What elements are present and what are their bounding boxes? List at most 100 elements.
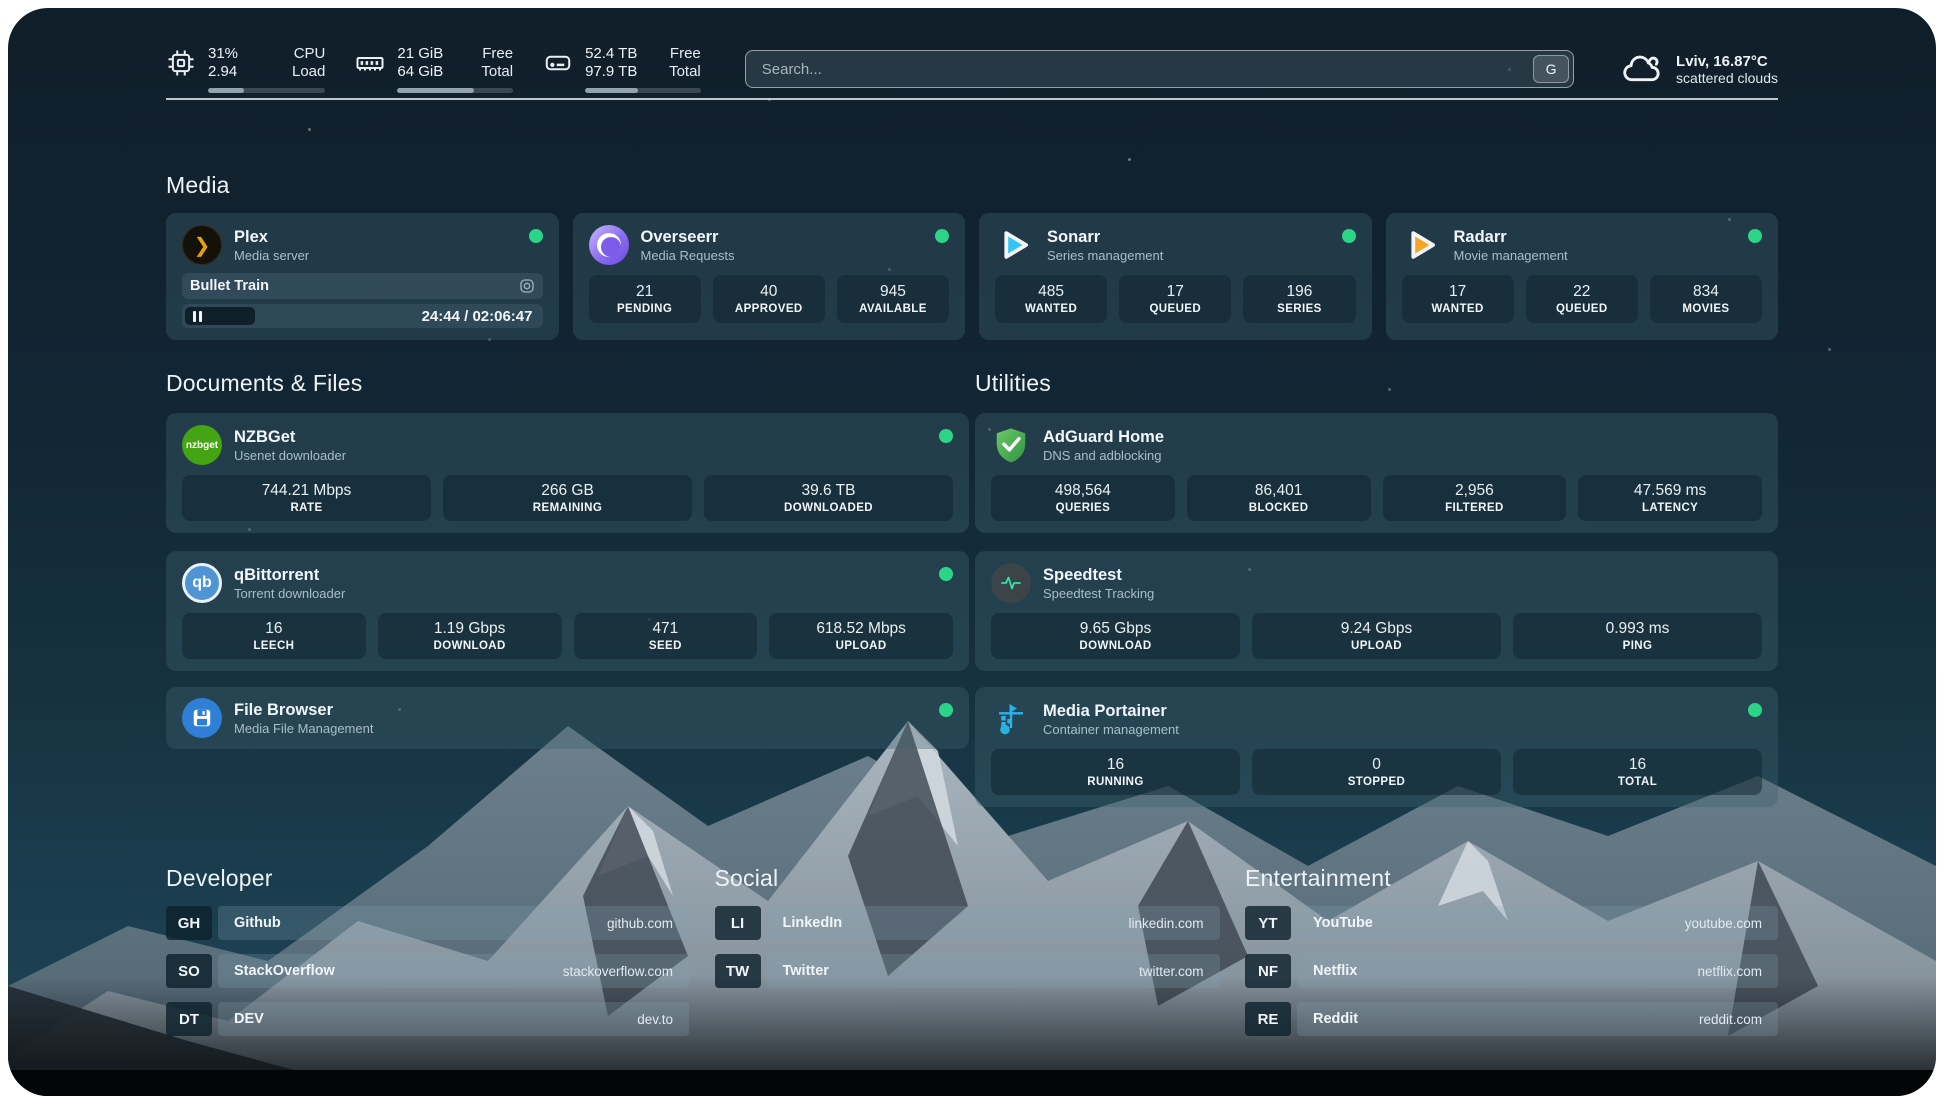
status-online-dot — [939, 429, 953, 443]
app-card-sonarr[interactable]: Sonarr Series management 485WANTED 17QUE… — [979, 213, 1372, 340]
bookmark-netflix[interactable]: NF Netflixnetflix.com — [1245, 954, 1778, 988]
bookmark-url: dev.to — [637, 1012, 673, 1027]
app-desc: Container management — [1043, 721, 1179, 738]
section-title-developer: Developer — [166, 865, 689, 892]
bookmark-abbr: NF — [1245, 954, 1291, 988]
topbar-divider — [166, 98, 1778, 100]
top-bar: 31%2.94 CPULoad 21 GiB64 GiB FreeTotal — [166, 8, 1778, 98]
stat-wanted: 485WANTED — [995, 275, 1107, 323]
section-title-media: Media — [166, 172, 1778, 199]
app-card-filebrowser[interactable]: File Browser Media File Management — [166, 687, 969, 749]
bookmark-name: LinkedIn — [783, 915, 843, 931]
app-desc: Series management — [1047, 247, 1163, 264]
status-online-dot — [1342, 229, 1356, 243]
disk-free-value: 52.4 TB — [585, 45, 643, 63]
bookmark-name: DEV — [234, 1011, 264, 1027]
section-title-social: Social — [715, 865, 1220, 892]
bookmark-github[interactable]: GH Githubgithub.com — [166, 906, 689, 940]
bookmark-abbr: YT — [1245, 906, 1291, 940]
app-name: File Browser — [234, 700, 373, 720]
bookmark-url: youtube.com — [1685, 916, 1762, 931]
cpu-progress-bar — [208, 88, 325, 93]
cloud-icon — [1620, 49, 1664, 89]
app-name: Sonarr — [1047, 227, 1163, 247]
app-desc: Media server — [234, 247, 309, 264]
app-card-radarr[interactable]: Radarr Movie management 17WANTED 22QUEUE… — [1386, 213, 1779, 340]
app-name: Plex — [234, 227, 309, 247]
utilities-column: Utilities AdGuard Home DNS and — [975, 340, 1778, 807]
cpu-usage-value: 31% — [208, 45, 266, 63]
bookmark-name: StackOverflow — [234, 963, 335, 979]
disk-metric: 52.4 TB97.9 TB FreeTotal — [543, 45, 701, 93]
cpu-metric: 31%2.94 CPULoad — [166, 45, 325, 93]
bookmark-abbr: DT — [166, 1002, 212, 1036]
bookmark-reddit[interactable]: RE Redditreddit.com — [1245, 1002, 1778, 1036]
memory-icon — [355, 48, 385, 78]
memory-progress-bar — [397, 88, 513, 93]
stat-queued: 22QUEUED — [1526, 275, 1638, 323]
stat-download: 1.19 GbpsDOWNLOAD — [378, 613, 562, 659]
section-title-entertainment: Entertainment — [1245, 865, 1778, 892]
app-card-speedtest[interactable]: Speedtest Speedtest Tracking 9.65 GbpsDO… — [975, 551, 1778, 671]
bookmark-name: Twitter — [783, 963, 829, 979]
stat-available: 945AVAILABLE — [837, 275, 949, 323]
app-card-portainer[interactable]: Media Portainer Container management 16R… — [975, 687, 1778, 807]
app-desc: Media File Management — [234, 720, 373, 737]
app-desc: Movie management — [1454, 247, 1568, 264]
stat-upload: 9.24 GbpsUPLOAD — [1252, 613, 1501, 659]
status-online-dot — [529, 229, 543, 243]
bookmark-name: YouTube — [1313, 915, 1373, 931]
bookmark-group-developer: Developer GH Githubgithub.com SO StackOv… — [166, 865, 689, 1050]
app-card-qbittorrent[interactable]: qb qBittorrent Torrent downloader 16LEEC… — [166, 551, 969, 671]
bookmark-name: Github — [234, 915, 281, 931]
search-input[interactable] — [745, 50, 1574, 88]
now-playing-row: Bullet Train — [182, 273, 543, 299]
memory-free-label: Free — [481, 45, 513, 63]
media-grid: ❯ Plex Media server Bullet Train — [166, 213, 1778, 340]
cpu-load-label: Load — [292, 63, 325, 81]
stat-leech: 16LEECH — [182, 613, 366, 659]
pause-button[interactable] — [193, 311, 202, 322]
stat-pending: 21PENDING — [589, 275, 701, 323]
cpu-usage-label: CPU — [292, 45, 325, 63]
app-card-adguard[interactable]: AdGuard Home DNS and adblocking 498,564Q… — [975, 413, 1778, 533]
qbittorrent-icon: qb — [182, 563, 222, 603]
app-card-nzbget[interactable]: nzbget NZBGet Usenet downloader 744.21 M… — [166, 413, 969, 533]
stat-download: 9.65 GbpsDOWNLOAD — [991, 613, 1240, 659]
app-desc: DNS and adblocking — [1043, 447, 1164, 464]
memory-total-value: 64 GiB — [397, 63, 455, 81]
stat-latency: 47.569 msLATENCY — [1578, 475, 1762, 521]
search-engine-button[interactable]: G — [1533, 55, 1569, 83]
bookmark-twitter[interactable]: TW Twittertwitter.com — [715, 954, 1220, 988]
stat-running: 16RUNNING — [991, 749, 1240, 795]
stat-total: 16TOTAL — [1513, 749, 1762, 795]
bookmark-url: reddit.com — [1699, 1012, 1762, 1027]
bookmark-linkedin[interactable]: LI LinkedInlinkedin.com — [715, 906, 1220, 940]
app-desc: Media Requests — [641, 247, 735, 264]
app-desc: Usenet downloader — [234, 447, 346, 464]
app-name: Media Portainer — [1043, 701, 1179, 721]
disk-icon — [543, 48, 573, 78]
bookmark-url: github.com — [607, 916, 673, 931]
disk-progress-bar — [585, 88, 701, 93]
stat-queued: 17QUEUED — [1119, 275, 1231, 323]
bookmark-dev[interactable]: DT DEV dev.to — [166, 1002, 689, 1036]
app-card-plex[interactable]: ❯ Plex Media server Bullet Train — [166, 213, 559, 340]
bookmark-name: Reddit — [1313, 1011, 1358, 1027]
cpu-icon — [166, 48, 196, 78]
status-online-dot — [935, 229, 949, 243]
bookmark-abbr: TW — [715, 954, 761, 988]
stat-wanted: 17WANTED — [1402, 275, 1514, 323]
portainer-icon — [991, 699, 1031, 739]
app-name: AdGuard Home — [1043, 427, 1164, 447]
app-card-overseerr[interactable]: Overseerr Media Requests 21PENDING 40APP… — [573, 213, 966, 340]
bookmark-name: Netflix — [1313, 963, 1357, 979]
bookmark-youtube[interactable]: YT YouTube youtube.com — [1245, 906, 1778, 940]
stat-approved: 40APPROVED — [713, 275, 825, 323]
stat-ping: 0.993 msPING — [1513, 613, 1762, 659]
playback-progress-bar: 24:44 / 02:06:47 — [182, 304, 543, 328]
stat-upload: 618.52 MbpsUPLOAD — [769, 613, 953, 659]
dashboard: 31%2.94 CPULoad 21 GiB64 GiB FreeTotal — [8, 8, 1936, 1096]
app-name: qBittorrent — [234, 565, 345, 585]
bookmark-stackoverflow[interactable]: SO StackOverflowstackoverflow.com — [166, 954, 689, 988]
